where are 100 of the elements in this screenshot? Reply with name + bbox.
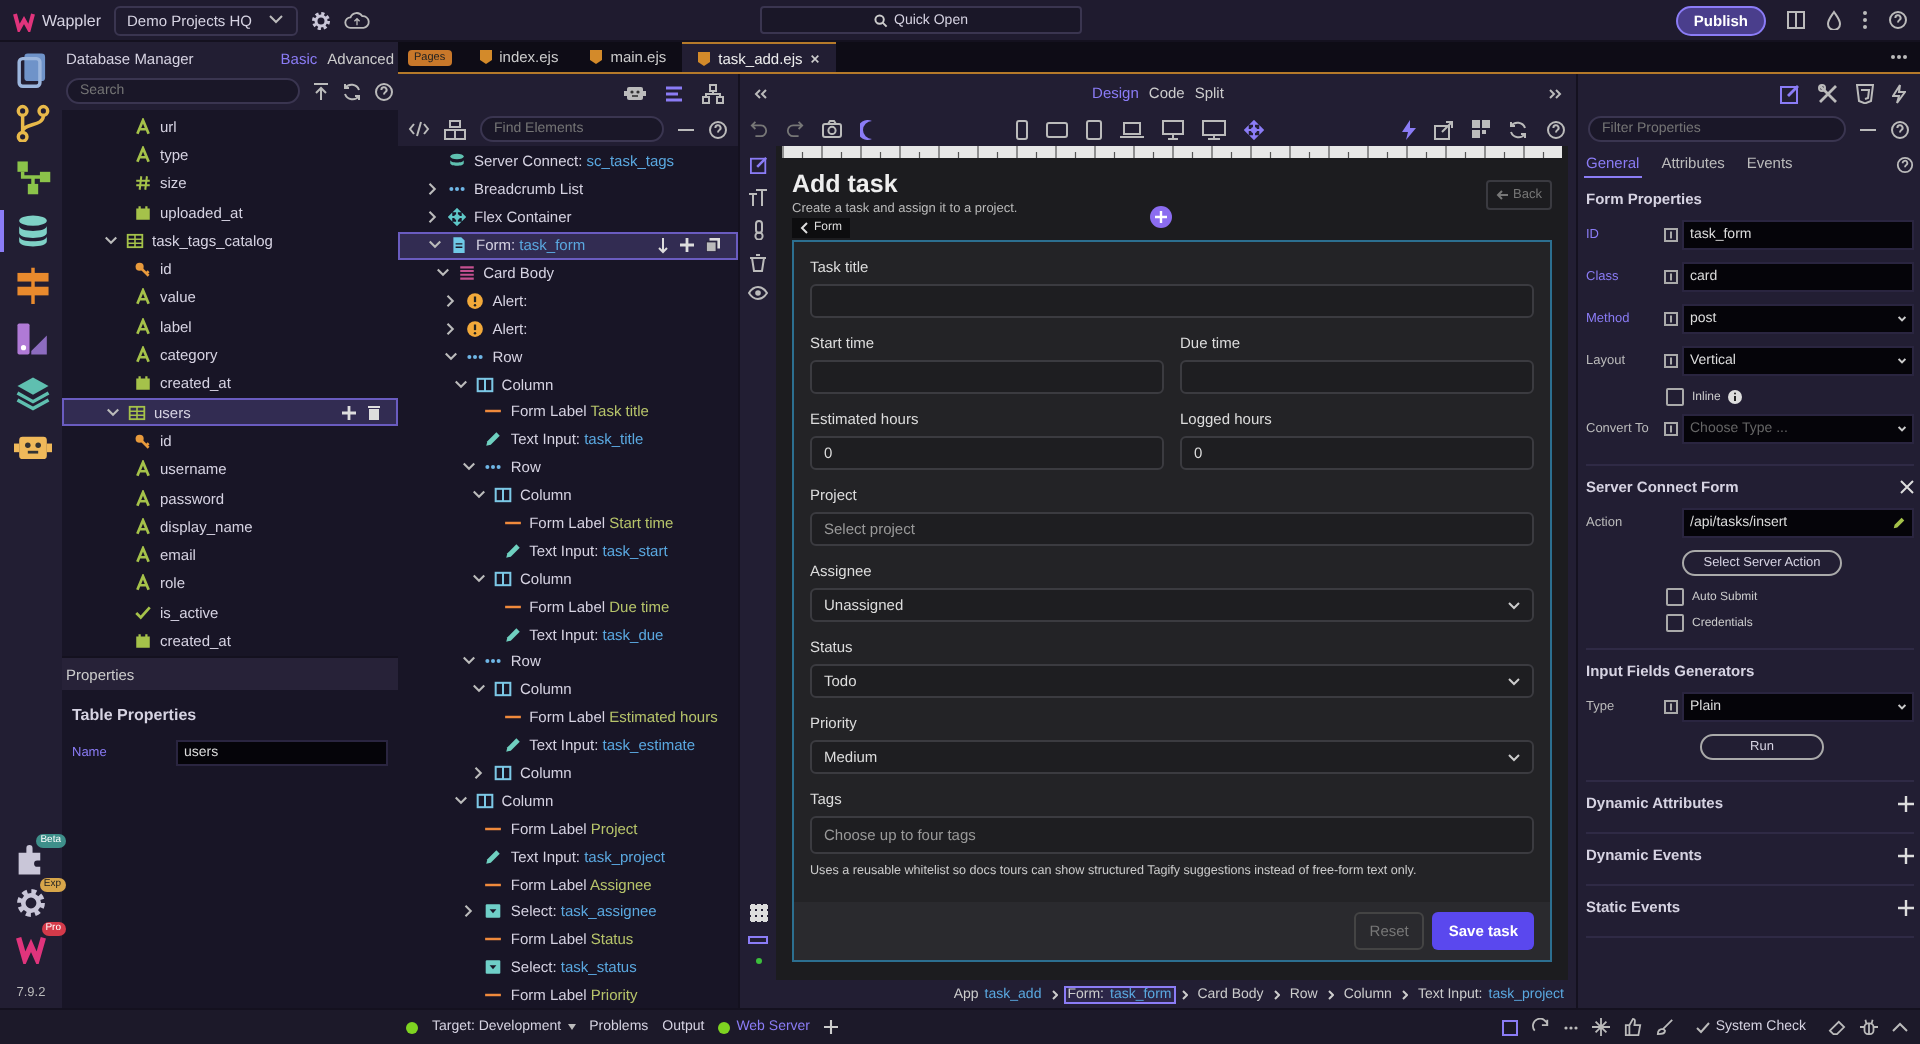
- caret-icon[interactable]: [444, 293, 459, 308]
- sitemap-icon[interactable]: [702, 83, 724, 103]
- bind-icon[interactable]: [1664, 422, 1678, 436]
- expand-icon[interactable]: [1898, 795, 1914, 811]
- bind-icon[interactable]: [1664, 700, 1678, 714]
- database-icon[interactable]: [14, 212, 52, 250]
- palette-icon[interactable]: [14, 320, 52, 358]
- edit-icon[interactable]: [1780, 83, 1800, 103]
- sparkle-icon[interactable]: [1591, 1018, 1610, 1036]
- trash-icon[interactable]: [750, 254, 766, 272]
- add-icon[interactable]: [824, 1020, 839, 1034]
- caret-icon[interactable]: [444, 321, 459, 336]
- caret-icon[interactable]: [435, 266, 450, 280]
- chevrons-left-icon[interactable]: [754, 87, 768, 99]
- caret-icon[interactable]: [428, 238, 442, 253]
- bug-icon[interactable]: [1860, 1018, 1878, 1036]
- thermometer-icon[interactable]: [753, 220, 763, 240]
- square-icon[interactable]: [1501, 1019, 1518, 1035]
- add-icon[interactable]: [680, 238, 694, 253]
- branch-icon[interactable]: [14, 104, 52, 142]
- signpost-icon[interactable]: [14, 266, 52, 304]
- edit-icon[interactable]: [749, 156, 767, 174]
- text-size-icon[interactable]: [748, 188, 768, 206]
- grid-icon[interactable]: [1472, 120, 1490, 138]
- more-icon[interactable]: [1890, 54, 1908, 60]
- camera-icon[interactable]: [822, 120, 842, 138]
- css-icon[interactable]: [1856, 83, 1874, 103]
- panel-icon[interactable]: [748, 936, 768, 944]
- caret-icon[interactable]: [426, 182, 440, 197]
- refresh-icon[interactable]: [1531, 1018, 1550, 1036]
- checkbox[interactable]: [1666, 588, 1684, 606]
- upload-icon[interactable]: [312, 81, 330, 101]
- eye-icon[interactable]: [748, 286, 768, 300]
- more-icon[interactable]: [1862, 10, 1868, 30]
- caret-icon[interactable]: [462, 460, 477, 475]
- expand-icon[interactable]: [1898, 899, 1914, 915]
- phone-icon[interactable]: [1016, 119, 1028, 139]
- caret-icon[interactable]: [444, 349, 459, 364]
- robot-icon[interactable]: [624, 82, 646, 104]
- settings-icon[interactable]: [14, 886, 48, 920]
- input-field[interactable]: [1180, 360, 1534, 394]
- info-icon[interactable]: [1728, 390, 1743, 404]
- caret-icon[interactable]: [453, 793, 468, 808]
- component-icon[interactable]: [444, 119, 466, 139]
- bind-icon[interactable]: [1664, 312, 1678, 326]
- eraser-icon[interactable]: [1828, 1019, 1846, 1035]
- input-field[interactable]: [810, 284, 1534, 318]
- bolt-icon[interactable]: [1402, 119, 1416, 139]
- caret-icon[interactable]: [472, 571, 486, 586]
- caret-icon[interactable]: [462, 654, 477, 669]
- laptop-icon[interactable]: [1120, 121, 1144, 137]
- thumbs-up-icon[interactable]: [1623, 1018, 1642, 1036]
- settings-icon[interactable]: [310, 9, 333, 31]
- caret-icon[interactable]: [472, 488, 486, 503]
- expand-icon[interactable]: [1898, 847, 1914, 863]
- caret-icon[interactable]: [106, 405, 120, 420]
- move-down-icon[interactable]: [658, 237, 668, 254]
- caret-icon[interactable]: [453, 377, 468, 392]
- grid-icon[interactable]: [749, 904, 767, 922]
- share-icon[interactable]: [1434, 119, 1454, 139]
- checkbox[interactable]: [1666, 614, 1684, 632]
- help-icon[interactable]: [708, 119, 728, 139]
- help-icon[interactable]: [1896, 156, 1914, 174]
- bind-icon[interactable]: [1664, 228, 1678, 242]
- tablet-icon[interactable]: [1086, 119, 1102, 139]
- help-icon[interactable]: [1888, 10, 1908, 30]
- tablet-icon[interactable]: [1046, 121, 1068, 137]
- trash-icon[interactable]: [368, 405, 380, 420]
- desktop-icon[interactable]: [1162, 119, 1184, 139]
- checkbox[interactable]: [1666, 388, 1684, 406]
- bolt-icon[interactable]: [1892, 83, 1906, 103]
- input-field[interactable]: [810, 360, 1164, 394]
- monitor-icon[interactable]: [1202, 119, 1226, 139]
- caret-icon[interactable]: [104, 233, 118, 248]
- bind-icon[interactable]: [1664, 354, 1678, 368]
- drop-icon[interactable]: [1826, 10, 1842, 30]
- redo-icon[interactable]: [786, 120, 804, 138]
- add-icon[interactable]: [342, 405, 356, 420]
- layers-icon[interactable]: [14, 374, 52, 412]
- cloud-upload-icon[interactable]: [344, 10, 371, 30]
- pencil-icon[interactable]: [1892, 516, 1906, 530]
- panels-icon[interactable]: [1786, 10, 1806, 30]
- list-icon[interactable]: [664, 83, 684, 103]
- caret-icon[interactable]: [472, 766, 486, 781]
- flow-icon[interactable]: [14, 158, 52, 196]
- close-icon[interactable]: [1900, 480, 1914, 494]
- caret-icon[interactable]: [462, 904, 477, 919]
- refresh-icon[interactable]: [342, 81, 362, 101]
- undo-icon[interactable]: [750, 120, 768, 138]
- copy-icon[interactable]: [706, 238, 720, 253]
- caret-icon[interactable]: [426, 210, 440, 225]
- help-icon[interactable]: [1546, 119, 1566, 139]
- help-icon[interactable]: [1890, 119, 1910, 139]
- tools-icon[interactable]: [1818, 83, 1838, 103]
- caret-icon[interactable]: [472, 682, 486, 697]
- code-icon[interactable]: [408, 120, 430, 138]
- chevrons-right-icon[interactable]: [1547, 87, 1562, 99]
- brush-icon[interactable]: [1655, 1018, 1674, 1036]
- close-icon[interactable]: [810, 53, 821, 63]
- chevron-up-icon[interactable]: [1892, 1022, 1908, 1032]
